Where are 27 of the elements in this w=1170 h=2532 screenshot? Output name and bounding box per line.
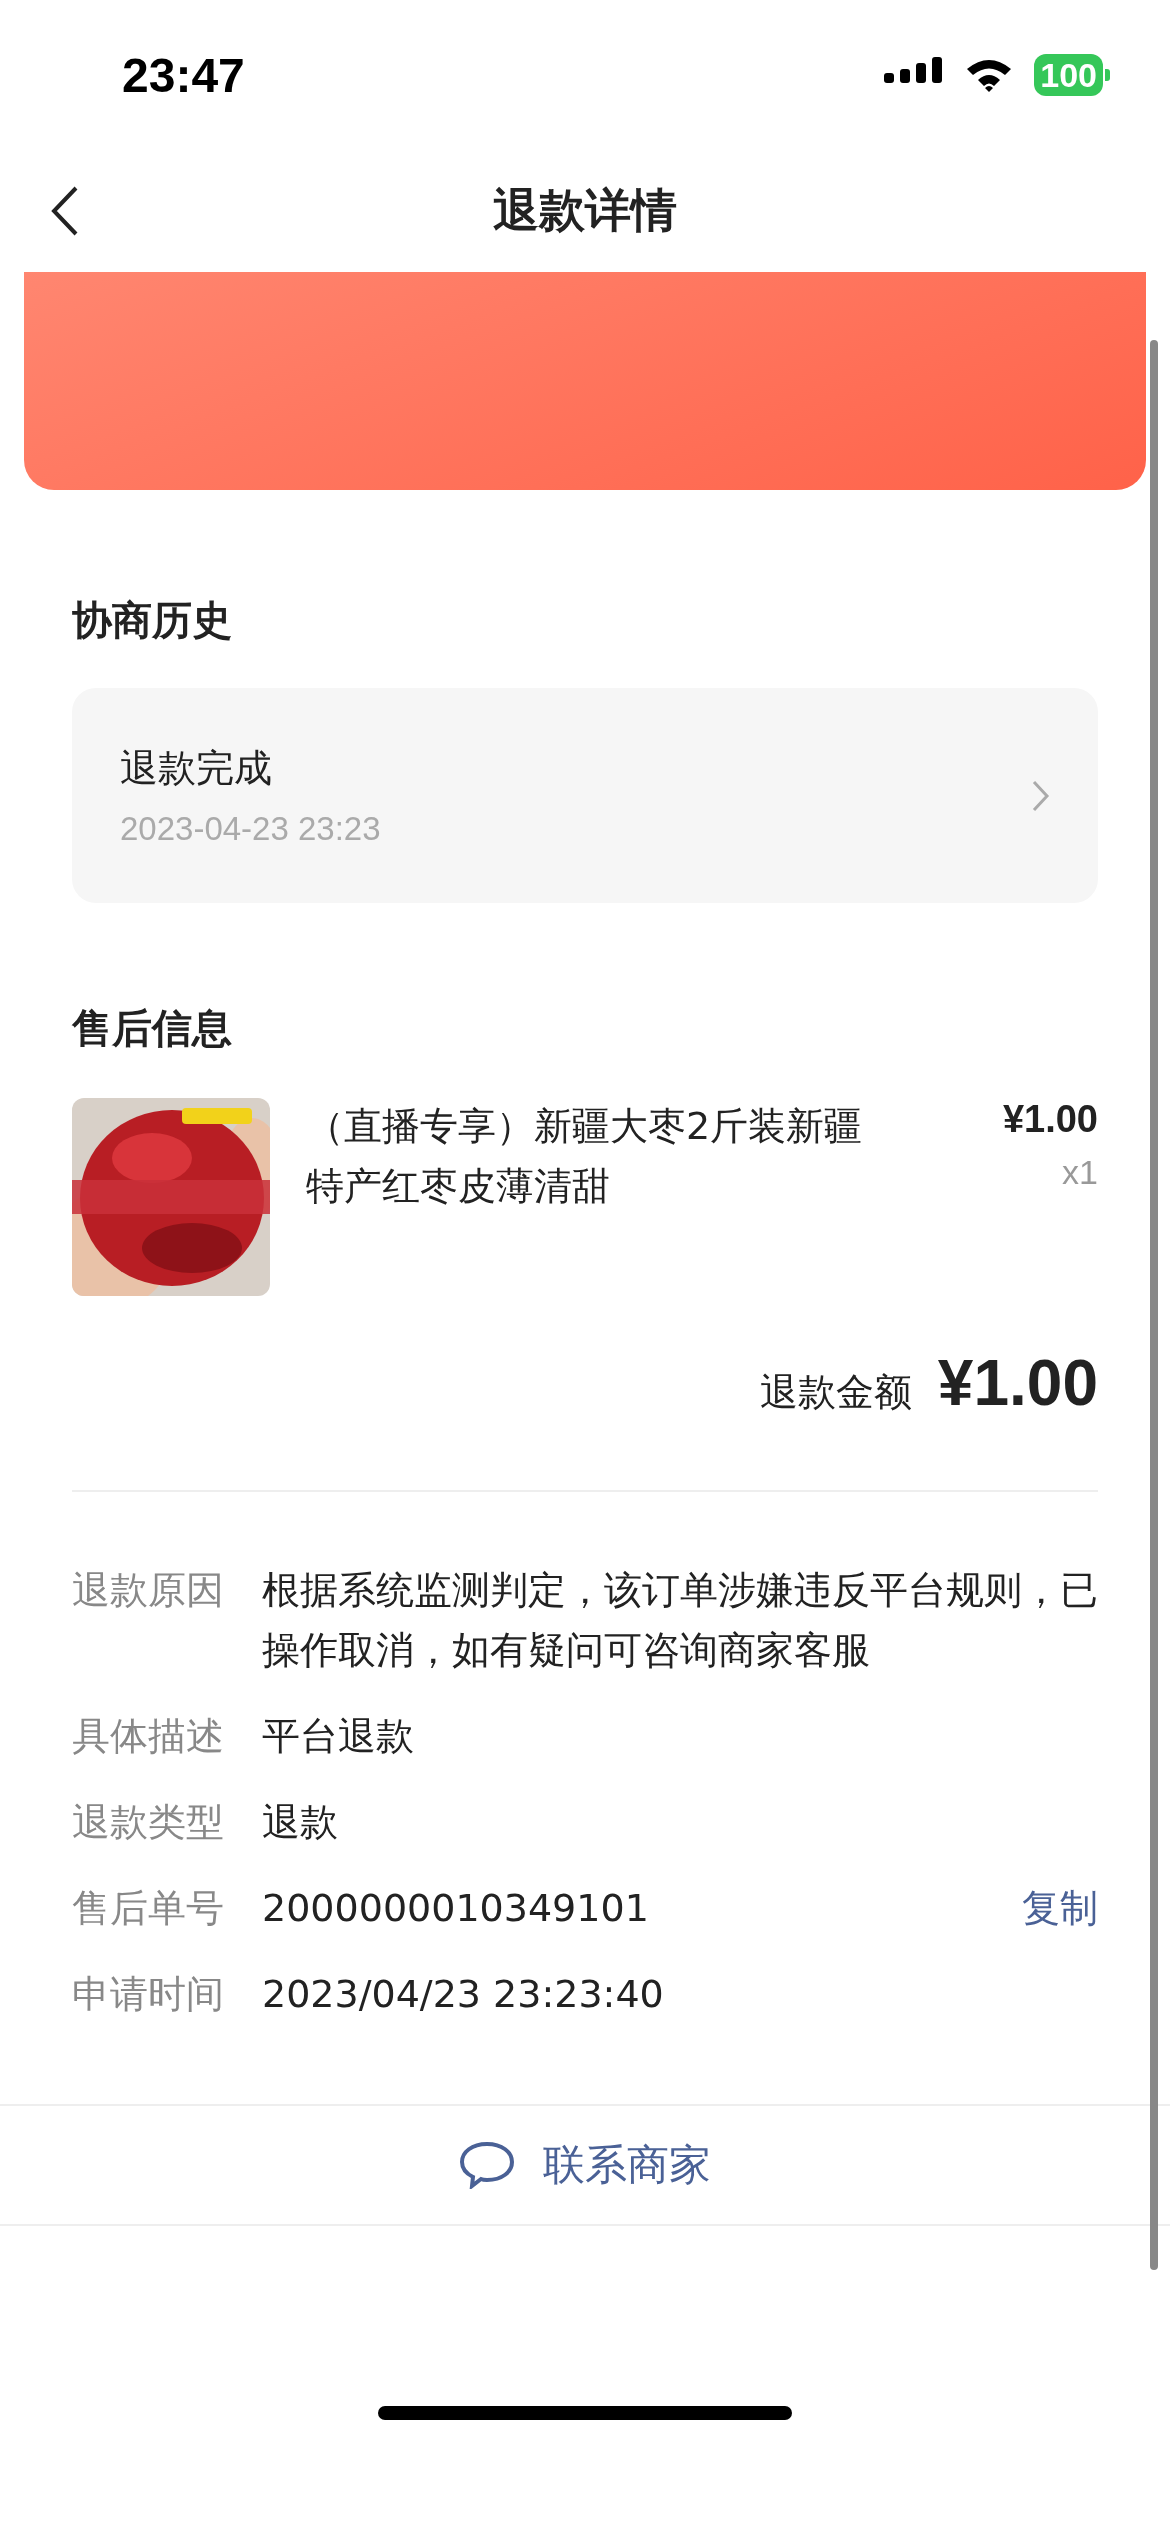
detail-value: 2000000010349101 bbox=[262, 1885, 650, 1932]
refund-label: 退款金额 bbox=[759, 1369, 912, 1416]
product-title: （直播专享）新疆大枣2斤装新疆特产红枣皮薄清甜 bbox=[306, 1103, 864, 1210]
back-icon[interactable] bbox=[50, 185, 80, 237]
product-quantity: x1 bbox=[1062, 1153, 1098, 1192]
detail-label: 退款原因 bbox=[72, 1567, 224, 1614]
refund-amount: ¥1.00 bbox=[937, 1346, 1098, 1420]
detail-label: 退款类型 bbox=[72, 1799, 224, 1846]
chat-bubble-icon bbox=[459, 2141, 515, 2189]
detail-label: 售后单号 bbox=[72, 1885, 224, 1932]
history-card[interactable]: 退款完成 2023-04-23 23:23 bbox=[72, 688, 1098, 903]
section-heading: 售后信息 bbox=[72, 1004, 233, 1053]
status-time: 23:47 bbox=[122, 47, 245, 103]
detail-value: 2023/04/23 23:23:40 bbox=[262, 1971, 665, 2018]
copy-button[interactable]: 复制 bbox=[1022, 1878, 1098, 1938]
history-time: 2023-04-23 23:23 bbox=[120, 810, 381, 848]
contact-seller-button[interactable]: 联系商家 bbox=[459, 2137, 711, 2193]
section-heading: 协商历史 bbox=[72, 596, 233, 645]
chevron-right-icon bbox=[1032, 779, 1050, 812]
detail-label: 具体描述 bbox=[72, 1713, 224, 1760]
detail-label: 申请时间 bbox=[72, 1971, 224, 2018]
detail-value: 平台退款 bbox=[262, 1713, 415, 1760]
detail-value: 根据系统监测判定，该订单涉嫌违反平台规则，已操作取消，如有疑问可咨询商家客服 bbox=[262, 1567, 1098, 1674]
page-title: 退款详情 bbox=[493, 182, 677, 239]
history-title: 退款完成 bbox=[120, 745, 273, 792]
detail-value: 退款 bbox=[262, 1799, 339, 1846]
product-price: ¥1.00 bbox=[1002, 1098, 1098, 1141]
